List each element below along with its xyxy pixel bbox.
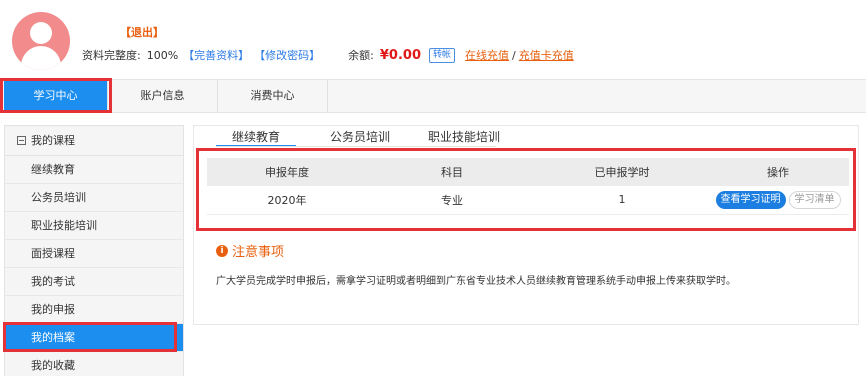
- completeness-label: 资料完整度:: [82, 49, 141, 62]
- sub-tabs: 继续教育 公务员培训 职业技能培训: [216, 128, 534, 147]
- link-separator: /: [512, 48, 516, 62]
- highlight-box-sidebar: [3, 322, 177, 352]
- collapse-icon: [17, 136, 26, 145]
- notice-text: 广大学员完成学时申报后，需拿学习证明或者明细到广东省专业技术人员继续教育管理系统…: [216, 276, 736, 287]
- sidebar-item-in-person-courses[interactable]: 面授课程: [5, 240, 183, 268]
- tab-account-info[interactable]: 账户信息: [108, 80, 218, 112]
- subtabs-divider: [216, 146, 496, 147]
- info-circle-icon: i: [216, 244, 228, 257]
- sidebar-item-my-favorites[interactable]: 我的收藏: [5, 352, 183, 376]
- sidebar-item-vocational-training[interactable]: 职业技能培训: [5, 212, 183, 240]
- highlight-box-table: [196, 148, 856, 231]
- logout-link[interactable]: 【退出】: [120, 24, 164, 40]
- avatar-head-shape: [30, 22, 52, 44]
- sidebar-header-my-courses[interactable]: 我的课程: [5, 126, 183, 156]
- subtab-vocational-training[interactable]: 职业技能培训: [424, 128, 504, 147]
- card-recharge-link[interactable]: 充值卡充值: [519, 47, 574, 63]
- completeness-value: 100%: [146, 48, 179, 62]
- sidebar-item-continuing-education[interactable]: 继续教育: [5, 156, 183, 184]
- subtab-civil-servant-training[interactable]: 公务员培训: [326, 128, 394, 147]
- tab-consumption-center[interactable]: 消费中心: [218, 80, 328, 112]
- highlight-box-tab: [0, 78, 112, 113]
- sidebar-item-my-declarations[interactable]: 我的申报: [5, 296, 183, 324]
- profile-info-row: 资料完整度: 100% 【完善资料】 【修改密码】 余额: ¥0.00 转帐 在…: [82, 47, 574, 63]
- balance-value: ¥0.00: [379, 47, 422, 63]
- subtab-continuing-education[interactable]: 继续教育: [216, 128, 297, 147]
- sidebar-item-civil-servant-training[interactable]: 公务员培训: [5, 184, 183, 212]
- avatar[interactable]: [12, 12, 70, 70]
- complete-info-link[interactable]: 【完善资料】: [183, 47, 249, 63]
- balance-label: 余额:: [348, 49, 374, 62]
- notice-title: i 注意事项: [216, 241, 284, 260]
- notice-title-text: 注意事项: [232, 245, 285, 260]
- sidebar-item-my-exams[interactable]: 我的考试: [5, 268, 183, 296]
- top-nav: 学习中心 账户信息 消费中心: [0, 79, 866, 113]
- sidebar-header-label: 我的课程: [31, 133, 75, 147]
- change-password-link[interactable]: 【修改密码】: [254, 47, 320, 63]
- transfer-button[interactable]: 转帐: [429, 47, 456, 63]
- avatar-body-shape: [21, 46, 61, 70]
- online-recharge-link[interactable]: 在线充值: [465, 47, 509, 63]
